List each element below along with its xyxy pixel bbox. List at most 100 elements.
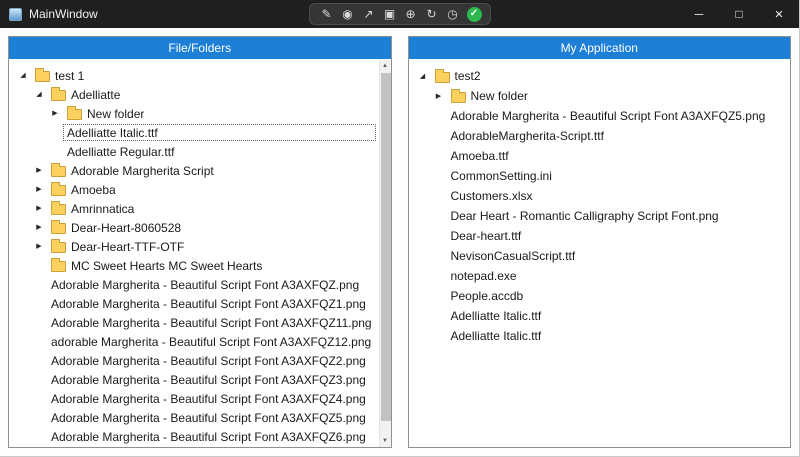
- status-check-icon[interactable]: ✓: [467, 7, 482, 22]
- content-area: File/Folders ◢test 1◢Adelliatte▶New fold…: [0, 28, 799, 456]
- folder-icon: [67, 109, 82, 120]
- tree-item-label: Adelliatte Italic.ttf: [451, 309, 542, 323]
- folder-icon: [51, 242, 66, 253]
- tree-item-file[interactable]: Adelliatte Italic.ttf: [409, 326, 791, 346]
- vertical-scrollbar[interactable]: ▲ ▼: [379, 60, 391, 447]
- window-capture-icon[interactable]: ▣: [381, 5, 399, 23]
- expand-arrow-icon[interactable]: ▶: [31, 243, 47, 250]
- tree-item-file[interactable]: adorable Margherita - Beautiful Script F…: [9, 332, 379, 351]
- expand-arrow-icon[interactable]: ▶: [31, 186, 47, 193]
- tree-item-file[interactable]: Adorable Margherita - Beautiful Script F…: [9, 427, 379, 446]
- tree-item-file[interactable]: Adorable Margherita - Beautiful Script F…: [9, 446, 379, 447]
- tree-item-file[interactable]: Customers.xlsx: [409, 186, 791, 206]
- tree-item-label: Adorable Margherita - Beautiful Script F…: [51, 297, 366, 311]
- app-icon: [9, 8, 22, 21]
- tree-item-folder[interactable]: MC Sweet Hearts MC Sweet Hearts: [9, 256, 379, 275]
- collapse-arrow-icon[interactable]: ◢: [15, 72, 31, 79]
- tree-item-file[interactable]: Adelliatte Regular.ttf: [9, 142, 379, 161]
- screen-share-icon[interactable]: ↗: [360, 5, 378, 23]
- tree-item-folder[interactable]: ▶Dear-Heart-TTF-OTF: [9, 237, 379, 256]
- tree-item-folder[interactable]: ▶Adorable Margherita Script: [9, 161, 379, 180]
- folder-icon: [51, 166, 66, 177]
- tree-item-file[interactable]: Adorable Margherita - Beautiful Script F…: [9, 389, 379, 408]
- tree-item-content: Dear-heart.ttf: [447, 228, 788, 245]
- expand-arrow-icon[interactable]: ▶: [31, 224, 47, 231]
- tree-item-label: test 1: [55, 69, 84, 83]
- screen-annotate-icon[interactable]: ✎: [318, 5, 336, 23]
- expand-arrow-icon[interactable]: ▶: [431, 93, 447, 100]
- tree-item-label: Adelliatte Italic.ttf: [67, 126, 158, 140]
- tree-item-file[interactable]: Adorable Margherita - Beautiful Script F…: [9, 351, 379, 370]
- folder-icon: [451, 92, 466, 103]
- tree-item-file[interactable]: Adorable Margherita - Beautiful Script F…: [9, 408, 379, 427]
- tree-item-file[interactable]: notepad.exe: [409, 266, 791, 286]
- expand-arrow-icon[interactable]: ▶: [47, 110, 63, 117]
- expand-arrow-icon[interactable]: ▶: [31, 167, 47, 174]
- my-application-tree: ◢test2▶New folder Adorable Margherita - B…: [409, 59, 791, 447]
- tree-item-label: Adelliatte Regular.ttf: [67, 145, 174, 159]
- tree-item-file[interactable]: Adorable Margherita - Beautiful Script F…: [409, 106, 791, 126]
- tree-item-content: Adorable Margherita - Beautiful Script F…: [47, 314, 376, 331]
- refresh-icon[interactable]: ↻: [423, 5, 441, 23]
- tree-item-label: Adelliatte Italic.ttf: [451, 329, 542, 343]
- tree-item-file[interactable]: Adorable Margherita - Beautiful Script F…: [9, 294, 379, 313]
- tree-item-label: Amoeba.ttf: [451, 149, 509, 163]
- tree-item-file[interactable]: Adorable Margherita - Beautiful Script F…: [9, 370, 379, 389]
- tree-item-label: Adorable Margherita - Beautiful Script F…: [451, 109, 766, 123]
- scrollbar-track[interactable]: [380, 72, 391, 435]
- tree-item-content: Adelliatte Regular.ttf: [63, 143, 376, 160]
- tree-item-label: notepad.exe: [451, 269, 517, 283]
- collapse-arrow-icon[interactable]: ◢: [415, 73, 431, 80]
- file-folders-tree: ◢ test 1 ◢Adelliatte▶New folder Adelliatte …: [9, 59, 379, 447]
- tree-item-content: adorable Margherita - Beautiful Script F…: [47, 333, 376, 350]
- tree-item-file[interactable]: People.accdb: [409, 286, 791, 306]
- tree-item-label: Dear-Heart-8060528: [71, 221, 181, 235]
- tree-item-label: Customers.xlsx: [451, 189, 533, 203]
- tree-item-content: Adorable Margherita - Beautiful Script F…: [47, 295, 376, 312]
- tree-item-folder[interactable]: ◢test2: [409, 66, 791, 86]
- maximize-button[interactable]: □: [719, 0, 759, 28]
- tree-item-file[interactable]: Adelliatte Italic.ttf: [9, 123, 379, 142]
- tree-item-file[interactable]: AdorableMargherita-Script.ttf: [409, 126, 791, 146]
- folder-icon: [51, 90, 66, 101]
- tree-item-file[interactable]: CommonSetting.ini: [409, 166, 791, 186]
- title-bar: MainWindow ✎◉↗▣⊕↻◷ ✓ ─ □ ×: [0, 0, 799, 28]
- folder-icon: [51, 185, 66, 196]
- tree-item-folder[interactable]: ◢Adelliatte: [9, 85, 379, 104]
- tree-item-content-selected: Adelliatte Italic.ttf: [63, 124, 376, 141]
- tree-item-file[interactable]: Dear-heart.ttf: [409, 226, 791, 246]
- tree-item-label: adorable Margherita - Beautiful Script F…: [51, 335, 371, 349]
- tree-item-content: NevisonCasualScript.ttf: [447, 248, 788, 265]
- tree-item-file[interactable]: Amoeba.ttf: [409, 146, 791, 166]
- expand-arrow-icon[interactable]: ▶: [31, 205, 47, 212]
- timer-icon[interactable]: ◷: [444, 5, 462, 23]
- tree-item-file[interactable]: Dear Heart - Romantic Calligraphy Script…: [409, 206, 791, 226]
- close-button[interactable]: ×: [759, 0, 799, 28]
- tree-item-folder[interactable]: ▶New folder: [9, 104, 379, 123]
- application-panel: My Application ◢test2▶New folderAdorable…: [408, 36, 792, 448]
- folder-icon: [35, 71, 50, 82]
- scroll-down-icon[interactable]: ▼: [380, 435, 391, 447]
- tree-item-file[interactable]: Adelliatte Italic.ttf: [409, 306, 791, 326]
- scrollbar-thumb[interactable]: [381, 73, 391, 421]
- tree-item-folder[interactable]: ▶New folder: [409, 86, 791, 106]
- tree-item-folder[interactable]: ▶Amoeba: [9, 180, 379, 199]
- window-title: MainWindow: [29, 7, 98, 21]
- tree-item-label: Dear-heart.ttf: [451, 229, 522, 243]
- tree-item-folder[interactable]: ▶ Dear-Heart-8060528: [9, 218, 379, 237]
- tree-item-label: Adorable Margherita - Beautiful Script F…: [51, 354, 366, 368]
- minimize-button[interactable]: ─: [679, 0, 719, 28]
- tree-item-content: Dear-Heart-8060528: [47, 219, 376, 236]
- collapse-arrow-icon[interactable]: ◢: [31, 91, 47, 98]
- tree-item-file[interactable]: NevisonCasualScript.ttf: [409, 246, 791, 266]
- tree-item-folder[interactable]: ▶Amrinnatica: [9, 199, 379, 218]
- files-panel: File/Folders ◢test 1◢Adelliatte▶New fold…: [8, 36, 392, 448]
- cursor-settings-icon[interactable]: ⊕: [402, 5, 420, 23]
- tree-item-file[interactable]: Adorable Margherita - Beautiful Script F…: [9, 313, 379, 332]
- title-left: MainWindow: [0, 7, 98, 21]
- tree-item-file[interactable]: Adorable Margherita - Beautiful Script F…: [9, 275, 379, 294]
- camera-icon[interactable]: ◉: [339, 5, 357, 23]
- tree-item-content: AdorableMargherita-Script.ttf: [447, 128, 788, 145]
- tree-item-folder[interactable]: ◢ test 1: [9, 66, 379, 85]
- scroll-up-icon[interactable]: ▲: [380, 60, 391, 72]
